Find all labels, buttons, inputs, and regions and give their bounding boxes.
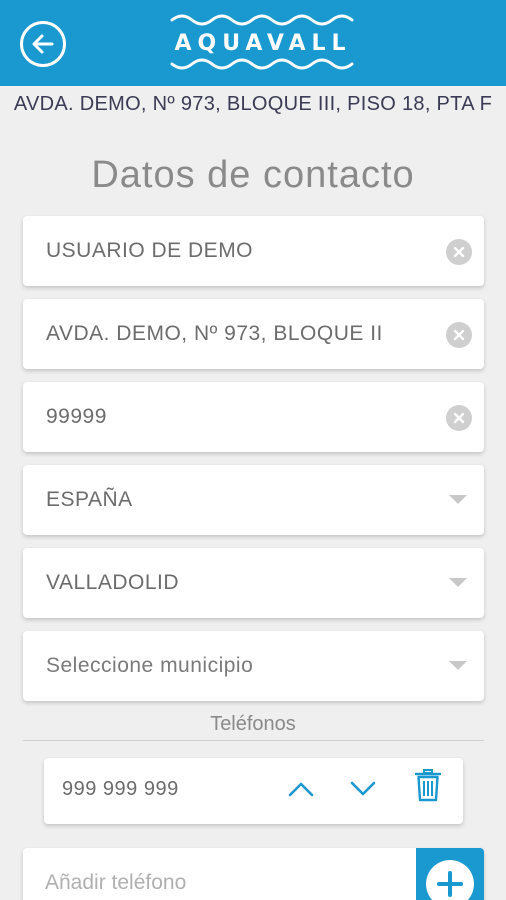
country-select-value: ESPAÑA bbox=[46, 488, 133, 511]
clear-icon[interactable] bbox=[446, 322, 472, 348]
province-select-value: VALLADOLID bbox=[46, 571, 179, 594]
phone-list-item: 999 999 999 bbox=[44, 758, 463, 824]
plus-icon bbox=[426, 860, 474, 900]
name-field[interactable]: USUARIO DE DEMO bbox=[23, 216, 484, 286]
phones-section-label: Teléfonos bbox=[210, 713, 296, 735]
add-phone-button[interactable] bbox=[416, 848, 484, 900]
province-select[interactable]: VALLADOLID bbox=[23, 548, 484, 618]
wave-bottom-icon bbox=[170, 58, 354, 70]
chevron-up-icon bbox=[288, 782, 314, 797]
trash-icon bbox=[415, 769, 441, 802]
app-header: AQUAVALL bbox=[0, 0, 506, 86]
arrow-left-icon bbox=[32, 34, 54, 54]
logo-text: AQUAVALL bbox=[174, 31, 352, 56]
wave-top-icon bbox=[170, 14, 354, 26]
address-field[interactable]: AVDA. DEMO, Nº 973, BLOQUE II bbox=[23, 299, 484, 369]
divider bbox=[23, 740, 484, 741]
move-up-button[interactable] bbox=[284, 772, 318, 806]
country-select[interactable]: ESPAÑA bbox=[23, 465, 484, 535]
clear-icon[interactable] bbox=[446, 405, 472, 431]
aquavall-logo: AQUAVALL bbox=[168, 10, 358, 74]
add-phone-input[interactable] bbox=[23, 848, 415, 900]
phone-number: 999 999 999 bbox=[62, 778, 179, 800]
chevron-down-icon bbox=[449, 495, 467, 504]
move-down-button[interactable] bbox=[346, 772, 380, 806]
postal-code-field-value[interactable]: 99999 bbox=[46, 382, 436, 452]
clear-icon[interactable] bbox=[446, 239, 472, 265]
postal-code-field[interactable]: 99999 bbox=[23, 382, 484, 452]
municipality-select-value: Seleccione municipio bbox=[46, 654, 254, 677]
municipality-select[interactable]: Seleccione municipio bbox=[23, 631, 484, 701]
back-button[interactable] bbox=[20, 21, 66, 67]
add-phone-row bbox=[23, 848, 484, 900]
page-title: Datos de contacto bbox=[91, 154, 415, 196]
name-field-value[interactable]: USUARIO DE DEMO bbox=[46, 216, 436, 286]
chevron-down-icon bbox=[449, 661, 467, 670]
address-heading: AVDA. DEMO, Nº 973, BLOQUE III, PISO 18,… bbox=[13, 93, 493, 115]
chevron-down-icon bbox=[350, 781, 376, 796]
chevron-down-icon bbox=[449, 578, 467, 587]
delete-phone-button[interactable] bbox=[411, 768, 445, 802]
address-field-value[interactable]: AVDA. DEMO, Nº 973, BLOQUE II bbox=[46, 299, 436, 369]
